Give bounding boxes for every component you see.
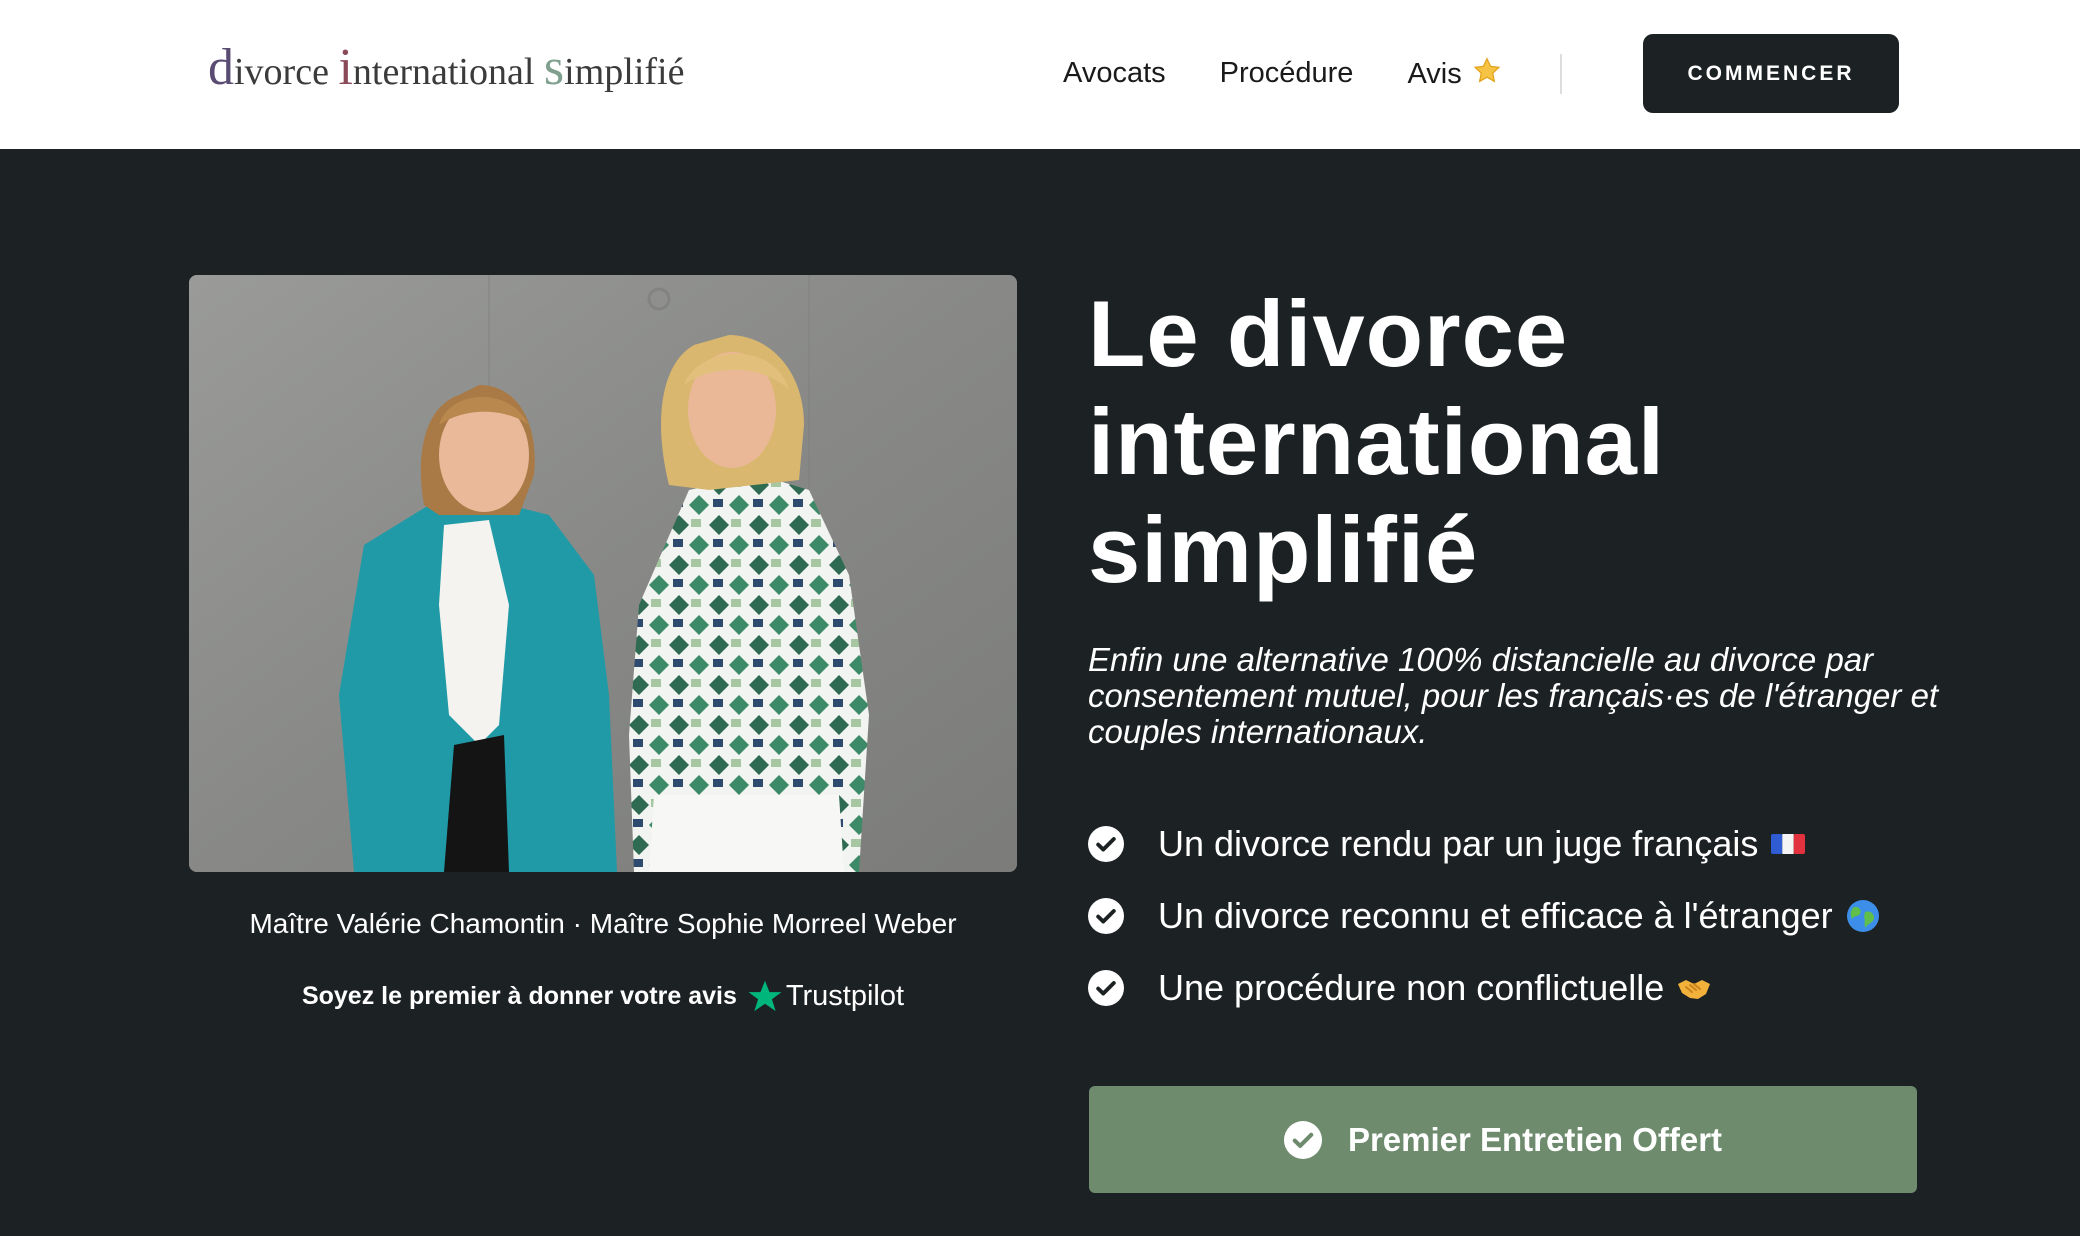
commencer-button[interactable]: COMMENCER [1643, 34, 1899, 113]
nav-link-avocats[interactable]: Avocats [1063, 57, 1166, 90]
main-nav: Avocats Procédure Avis [1063, 56, 1502, 91]
feature-text: Un divorce reconnu et efficace à l'étran… [1158, 895, 1833, 936]
nav-link-avis-label: Avis [1407, 58, 1462, 90]
feature-item-procedure: Une procédure non conflictuelle [1088, 952, 1881, 1024]
logo-initial-d: d [208, 39, 234, 96]
site-logo[interactable]: divorce international simplifié [208, 38, 684, 97]
feature-list: Un divorce rendu par un juge français Un… [1088, 808, 1881, 1024]
logo-word-2: nternational [352, 51, 535, 93]
logo-initial-s: s [543, 39, 565, 96]
lawyers-names: Maître Valérie Chamontin · Maître Sophie… [249, 908, 957, 939]
feature-text: Une procédure non conflictuelle [1158, 967, 1665, 1008]
check-circle-icon [1088, 898, 1124, 934]
lawyers-photo [189, 275, 1017, 872]
trustpilot-widget[interactable]: Soyez le premier à donner votre avis Tru… [189, 978, 1017, 1014]
handshake-icon [1678, 980, 1711, 999]
trustpilot-star-icon [748, 980, 782, 1012]
hero-subtitle: Enfin une alternative 100% distancielle … [1088, 641, 1939, 750]
star-icon [1473, 57, 1500, 83]
check-circle-icon [1283, 1120, 1322, 1159]
check-circle-icon [1088, 826, 1124, 862]
free-consultation-button[interactable]: Premier Entretien Offert [1089, 1086, 1917, 1193]
logo-initial-i: i [338, 39, 353, 96]
hero-title-line-3: simplifié [1088, 497, 1479, 602]
site-header: divorce international simplifié Avocats … [0, 0, 2080, 149]
logo-word-3: implifié [564, 51, 685, 93]
france-flag-icon [1771, 834, 1806, 854]
free-consultation-label: Premier Entretien Offert [1347, 1120, 1723, 1158]
trustpilot-review-prompt: Soyez le premier à donner votre avis [301, 981, 737, 1010]
nav-divider [1560, 54, 1562, 94]
globe-icon [1846, 900, 1879, 932]
nav-link-avis[interactable]: Avis [1407, 56, 1501, 91]
feature-text: Un divorce rendu par un juge français [1158, 823, 1759, 864]
feature-item-judge: Un divorce rendu par un juge français [1088, 808, 1881, 880]
check-circle-icon [1088, 970, 1124, 1006]
trustpilot-logo-text: Trustpilot [785, 979, 905, 1012]
nav-link-procedure[interactable]: Procédure [1220, 57, 1354, 90]
logo-word-1: ivorce [234, 51, 329, 93]
hero-title-line-1: Le divorce [1088, 281, 1569, 386]
hero-title: Le divorce international simplifié [1088, 280, 1938, 604]
hero-title-line-2: international [1088, 389, 1666, 494]
feature-item-recognition: Un divorce reconnu et efficace à l'étran… [1088, 880, 1881, 952]
